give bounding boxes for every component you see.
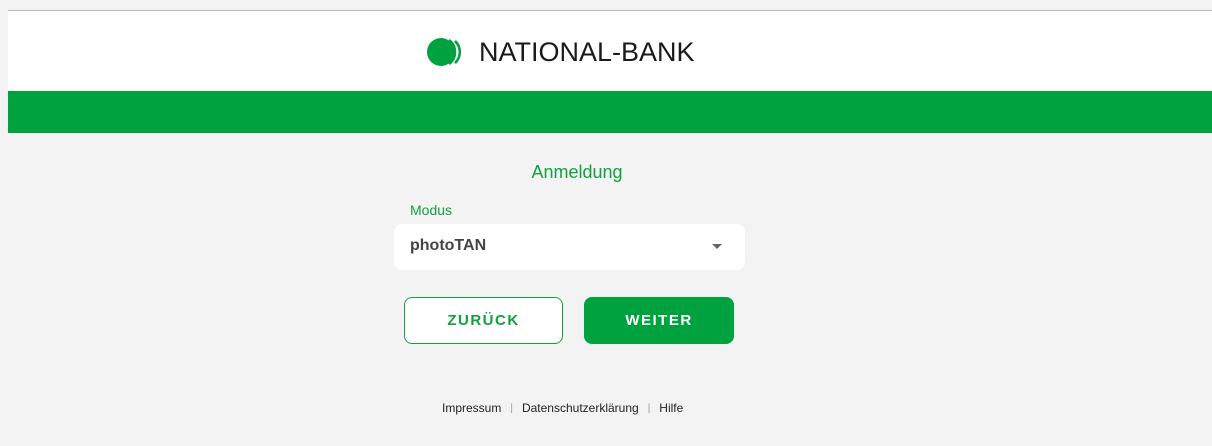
- privacy-link[interactable]: Datenschutzerklärung: [522, 401, 639, 415]
- back-button[interactable]: ZURÜCK: [404, 297, 563, 344]
- caret-down-icon: [712, 244, 722, 249]
- page-title: Anmeldung: [531, 162, 623, 182]
- footer-links: Impressum | Datenschutzerklärung | Hilfe: [442, 401, 683, 415]
- footer-separator: |: [647, 402, 651, 414]
- imprint-link[interactable]: Impressum: [442, 401, 501, 415]
- brand-logo-icon: [427, 38, 462, 66]
- mode-select-value: photoTAN: [410, 237, 487, 254]
- header: NATIONAL-BANK: [8, 11, 1212, 91]
- mode-select[interactable]: photoTAN: [394, 224, 745, 270]
- footer-separator: |: [510, 402, 513, 414]
- login-panel: Anmeldung Modus photoTAN ZURÜCK WEITER I…: [8, 133, 1212, 446]
- mode-label: Modus: [410, 202, 453, 218]
- brand-logo[interactable]: NATIONAL-BANK: [426, 37, 695, 67]
- brand-color-bar: [8, 91, 1212, 133]
- help-link[interactable]: Hilfe: [659, 401, 683, 415]
- next-button[interactable]: WEITER: [584, 297, 734, 344]
- brand-name: NATIONAL-BANK: [479, 37, 695, 67]
